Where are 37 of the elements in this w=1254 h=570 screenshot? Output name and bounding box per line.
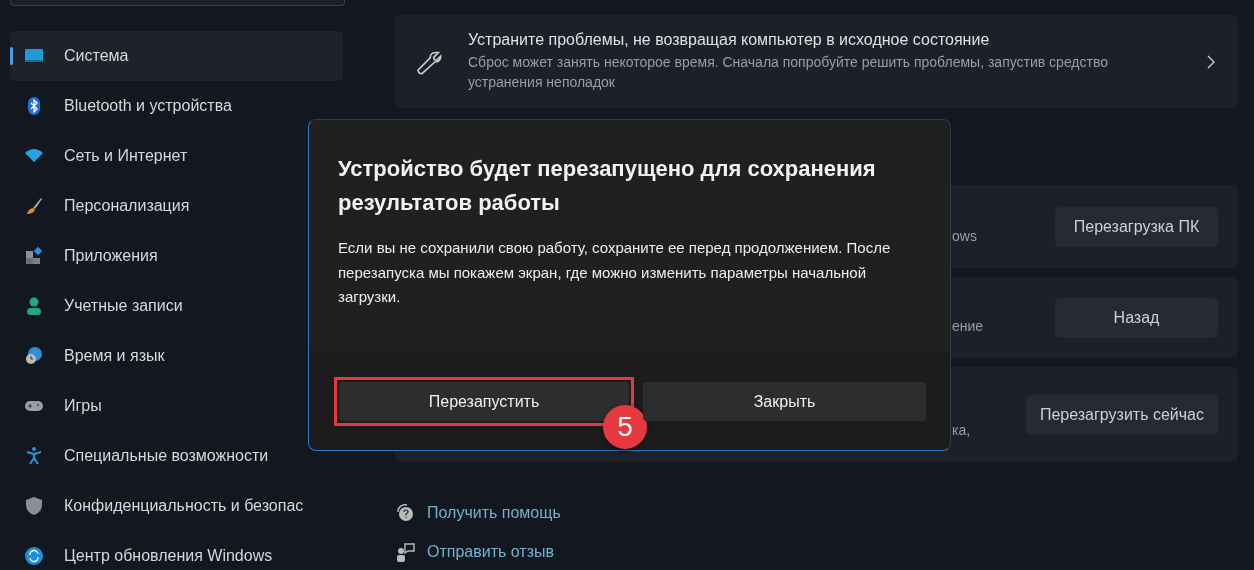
feedback-icon [395,542,415,562]
card-description: ows [952,228,977,244]
globe-clock-icon [24,346,44,366]
sidebar-item[interactable]: Время и язык [10,331,306,381]
help-icon [395,503,415,523]
card-description: ение [952,318,984,334]
sidebar-item[interactable]: Приложения [10,231,306,281]
sidebar-item[interactable]: Bluetooth и устройства [10,81,306,131]
sidebar-item[interactable]: Система [10,31,343,81]
accessibility-icon [24,446,44,466]
sidebar-item[interactable]: Персонализация [10,181,306,231]
action-button[interactable]: Назад [1055,297,1218,338]
help-link[interactable]: Получить помощь [427,504,561,522]
dialog-title: Устройство будет перезапущено для сохранения результатов работы [338,155,877,217]
card-title: Устраните проблемы, не возвращая компьютер в исходное состояние [468,31,991,49]
action-button[interactable]: Перезагрузка ПК [1055,206,1218,247]
chevron-right-icon [1206,53,1216,70]
card-description: Сброс может занять некоторое время. Сначала попробуйте решить проблемы, запустив средство устранения неполадок [468,53,1110,92]
sidebar-item[interactable]: Сеть и Интернет [10,131,306,181]
brush-icon [24,196,44,216]
update-icon [24,546,44,566]
shield-icon [24,496,44,516]
step-badge: 5 [603,405,647,449]
troubleshoot-card[interactable]: Устраните проблемы, не возвращая компьютер в исходное состояние Сброс может занять некоторое время. Сначала попробуйте решить проблемы, запустив средство устранения неполадок [395,15,1238,108]
search-field[interactable] [10,0,345,6]
help-link[interactable]: Отправить отзыв [427,543,554,561]
dialog-message: Если вы не сохранили свою работу, сохраните ее перед продолжением. После перезапуска мы покажем экран, где можно изменить параметры начальной загрузки. [338,238,892,307]
action-button[interactable]: Перезагрузить сейчас [1025,394,1218,435]
sidebar-item[interactable]: Игры [10,381,306,431]
sidebar-item[interactable]: Учетные записи [10,281,306,331]
person-icon [24,296,44,316]
sidebar-item[interactable]: Конфиденциальность и безопас [10,481,306,531]
dialog-button[interactable]: Закрыть [643,382,926,421]
sidebar-item[interactable]: Центр обновления Windows [10,531,306,570]
card-description: ка, [952,422,971,438]
sidebar-item[interactable]: Специальные возможности [10,431,306,481]
apps-icon [24,246,44,266]
